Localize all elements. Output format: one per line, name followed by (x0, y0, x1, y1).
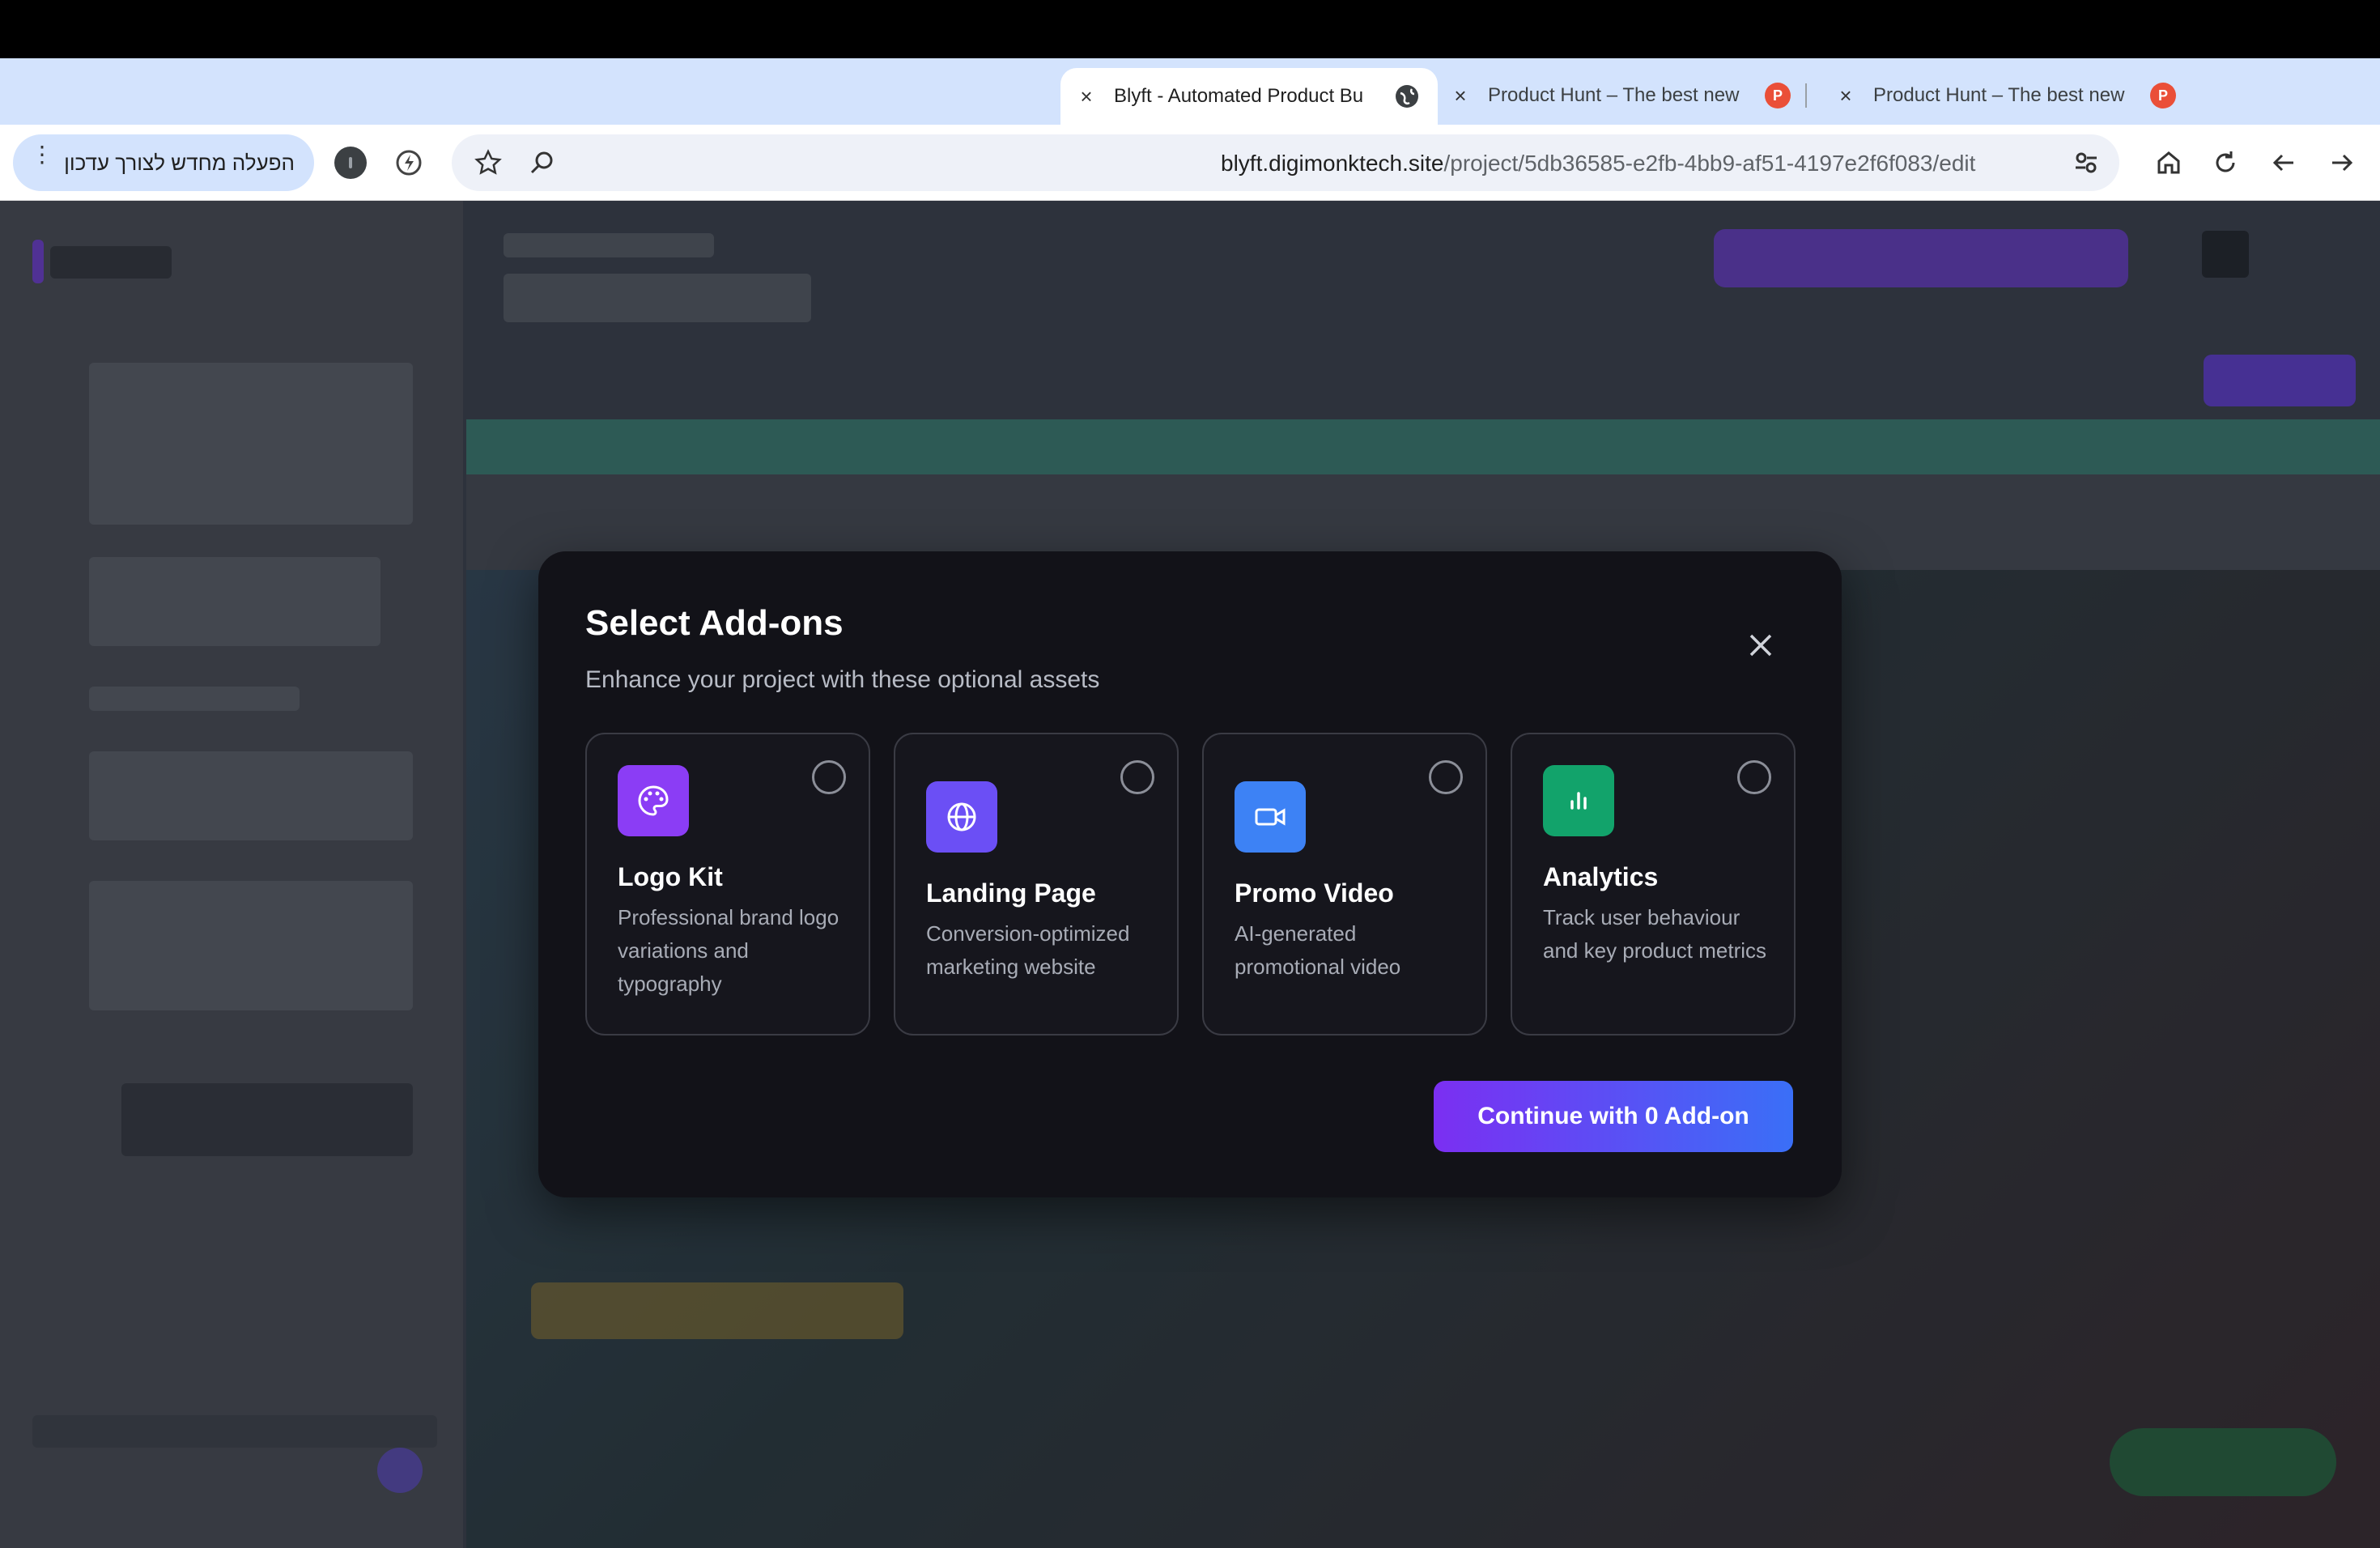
relaunch-label: הפעלה מחדש לצורך עדכון (64, 150, 295, 175)
url-domain: blyft.digimonktech.site (1221, 151, 1444, 176)
addon-card-landing-page[interactable]: Landing Page Conversion-optimized market… (894, 733, 1179, 1036)
tab-title: Product Hunt – The best new (1488, 84, 1740, 106)
addon-radio[interactable] (1120, 760, 1154, 794)
product-hunt-favicon-icon: P (2150, 83, 2176, 108)
palette-icon (618, 765, 689, 836)
addon-name: Promo Video (1235, 878, 1394, 908)
tab-title: Blyft - Automated Product Bu (1114, 85, 1364, 107)
dialog-subtitle: Enhance your project with these optional… (585, 666, 1100, 693)
addon-card-promo-video[interactable]: Promo Video AI-generated promotional vid… (1202, 733, 1487, 1036)
close-tab-icon[interactable]: × (1451, 83, 1470, 108)
addon-radio[interactable] (1737, 760, 1771, 794)
close-icon (1749, 634, 1772, 657)
extension-icon[interactable] (390, 144, 427, 181)
addon-description: AI-generated promotional video (1235, 921, 1401, 979)
close-tab-icon[interactable]: × (1077, 84, 1096, 109)
forward-arrow-icon[interactable] (2323, 144, 2361, 181)
url-path: /project/5db36585-e2fb-4bb9-af51-4197e2f… (1443, 151, 1976, 176)
addon-name: Logo Kit (618, 862, 723, 891)
addon-description: Professional brand logo variations and t… (618, 905, 839, 996)
reload-icon[interactable] (2207, 144, 2244, 181)
close-tab-icon[interactable]: × (1836, 83, 1855, 108)
home-icon[interactable] (2150, 144, 2187, 181)
tab-divider (1805, 83, 1807, 108)
addon-radio[interactable] (812, 760, 846, 794)
select-addons-dialog: Select Add-ons Enhance your project with… (538, 551, 1842, 1197)
bookmark-star-icon[interactable] (470, 144, 507, 181)
browser-toolbar: הפעלה מחדש לצורך עדכון ⋮ blyft.digimonkt… (0, 125, 2380, 201)
product-hunt-favicon-icon: P (1765, 83, 1791, 108)
url-text: blyft.digimonktech.site/project/5db36585… (1221, 151, 1975, 176)
addon-card-logo-kit[interactable]: Logo Kit Professional brand logo variati… (585, 733, 870, 1036)
continue-button[interactable]: Continue with 0 Add-on (1434, 1081, 1793, 1152)
globe-icon (926, 781, 997, 853)
menu-dots-icon[interactable]: ⋮ (31, 141, 53, 168)
addon-description: Track user behaviour and key product met… (1543, 905, 1767, 963)
addon-card-analytics[interactable]: Analytics Track user behaviour and key p… (1511, 733, 1796, 1036)
video-camera-icon (1235, 781, 1306, 853)
dialog-title: Select Add-ons (585, 603, 844, 643)
bar-chart-icon (1543, 765, 1614, 836)
zoom-lens-icon[interactable] (523, 144, 560, 181)
profile-avatar[interactable] (332, 144, 369, 181)
tab-product-hunt-2[interactable]: × Product Hunt – The best new P (1836, 66, 2208, 125)
relaunch-update-chip[interactable]: הפעלה מחדש לצורך עדכון (13, 134, 314, 191)
tab-blyft[interactable]: × Blyft - Automated Product Bu (1060, 68, 1438, 125)
site-settings-icon[interactable] (2068, 144, 2105, 181)
back-arrow-icon[interactable] (2265, 144, 2302, 181)
tab-product-hunt-1[interactable]: × Product Hunt – The best new P (1451, 66, 1823, 125)
addon-name: Landing Page (926, 878, 1096, 908)
close-dialog-button[interactable] (1743, 627, 1779, 663)
globe-icon (1394, 83, 1420, 109)
address-bar[interactable]: blyft.digimonktech.site/project/5db36585… (452, 134, 2119, 191)
addon-name: Analytics (1543, 862, 1659, 891)
browser-tab-strip: + × Blyft - Automated Product Bu × Produ… (0, 58, 2380, 167)
tab-title: Product Hunt – The best new (1873, 84, 2125, 106)
addon-description: Conversion-optimized marketing website (926, 921, 1130, 979)
addon-radio[interactable] (1429, 760, 1463, 794)
screen-top-bar (0, 0, 2380, 58)
